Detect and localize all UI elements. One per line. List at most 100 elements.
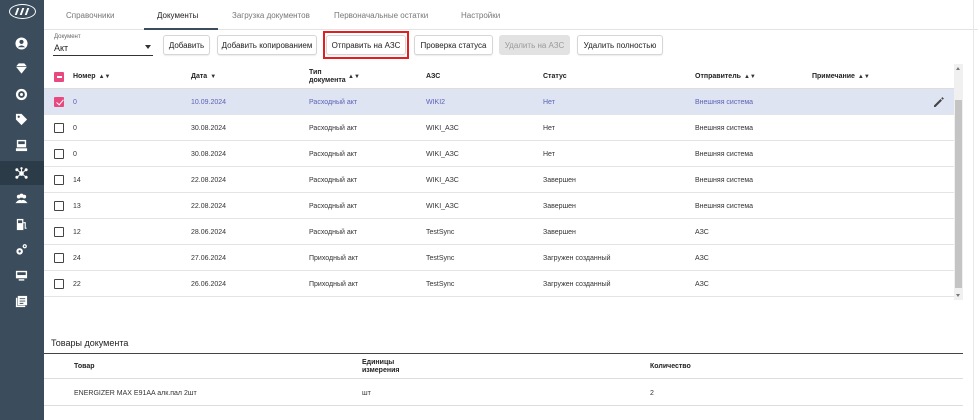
cell-number: 0	[73, 150, 77, 158]
row-checkbox[interactable]	[54, 97, 64, 107]
tag-icon[interactable]	[14, 112, 28, 126]
cell-date: 22.08.2024	[191, 176, 227, 184]
tab-directories[interactable]: Справочники	[66, 11, 114, 20]
cell-number: 0	[73, 98, 77, 106]
gauge-icon[interactable]	[14, 87, 28, 101]
cell-azs: TestSync	[426, 254, 455, 262]
network-icon[interactable]	[14, 166, 28, 180]
register-icon[interactable]	[14, 138, 28, 152]
document-type-select[interactable]: Документ Акт	[53, 34, 153, 56]
table-row[interactable]: 12 28.06.2024 Расходный акт TestSync Зав…	[44, 219, 963, 245]
cell-number: 24	[73, 254, 81, 262]
cell-date: 10.09.2024	[191, 98, 227, 106]
cell-date: 28.06.2024	[191, 228, 227, 236]
chevron-down-icon	[145, 45, 151, 49]
cell-sender: Внешняя система	[695, 124, 754, 132]
column-doc-type[interactable]: Тип документа ▲▼	[309, 64, 369, 89]
cell-date: 30.08.2024	[191, 150, 227, 158]
table-row[interactable]: 0 30.08.2024 Расходный акт WIKI_АЗС Нет …	[44, 141, 963, 167]
cell-sender: АЗС	[695, 228, 709, 236]
gears-icon[interactable]	[14, 242, 28, 256]
cell-doc-type: Расходный акт	[309, 228, 358, 236]
row-checkbox[interactable]	[54, 227, 64, 237]
cell-doc-type: Расходный акт	[309, 150, 358, 158]
diamond-icon[interactable]	[14, 61, 28, 75]
sort-icon: ▲▼	[348, 73, 360, 80]
tab-settings[interactable]: Настройки	[461, 11, 500, 20]
document-type-value: Акт	[54, 43, 69, 53]
add-button[interactable]: Добавить	[163, 35, 210, 55]
table-row[interactable]: 0 30.08.2024 Расходный акт WIKI_АЗС Нет …	[44, 115, 963, 141]
cell-azs: TestSync	[426, 280, 455, 288]
row-checkbox[interactable]	[54, 279, 64, 289]
highlight-frame	[323, 31, 409, 59]
column-note[interactable]: Примечание ▲▼	[812, 64, 870, 89]
cell-azs: WIKI_АЗС	[426, 202, 459, 210]
monitor-icon[interactable]	[14, 268, 28, 282]
row-checkbox[interactable]	[54, 253, 64, 263]
select-all-checkbox[interactable]	[54, 72, 64, 82]
add-copy-button[interactable]: Добавить копированием	[217, 35, 317, 55]
row-checkbox[interactable]	[54, 201, 64, 211]
edit-pencil-icon[interactable]	[933, 96, 945, 108]
sort-icon: ▲▼	[743, 73, 756, 80]
cell-sender: Внешняя система	[695, 150, 754, 158]
cell-sender: Внешняя система	[695, 98, 754, 106]
cell-sender: Внешняя система	[695, 202, 754, 210]
delete-fully-button[interactable]: Удалить полностью	[577, 35, 663, 55]
list-icon[interactable]	[14, 294, 28, 308]
tab-documents[interactable]: Документы	[157, 11, 198, 20]
cell-doc-type: Приходный акт	[309, 254, 359, 262]
cell-number: 0	[73, 124, 77, 132]
documents-table: Номер ▲▼ Дата ▼ Тип документа ▲▼ АЗС Статус…	[44, 64, 963, 300]
cell-azs: TestSync	[426, 228, 455, 236]
goods-table-header: Товар Единицы измерения Количество	[44, 353, 963, 379]
cell-product: ENERGIZER MAX E91AA алк.пал 2шт	[74, 389, 197, 397]
cell-number: 12	[73, 228, 81, 236]
cell-sender: АЗС	[695, 280, 709, 288]
column-number[interactable]: Номер ▲▼	[73, 64, 110, 89]
user-icon[interactable]	[14, 36, 28, 50]
scrollbar-thumb	[955, 100, 962, 288]
cell-azs: WIKI_АЗС	[426, 176, 459, 184]
cell-status: Нет	[543, 98, 555, 106]
table-row[interactable]: 24 27.06.2024 Приходный акт TestSync Заг…	[44, 245, 963, 271]
table-row[interactable]: 22 26.06.2024 Приходный акт TestSync Заг…	[44, 271, 963, 297]
scroll-up-icon	[956, 67, 960, 70]
fuel-icon[interactable]	[14, 217, 28, 231]
cell-number: 22	[73, 280, 81, 288]
sort-desc-icon: ▼	[210, 73, 217, 80]
sort-icon: ▲▼	[857, 73, 870, 80]
tab-bar: Справочники Документы Загрузка документо…	[44, 0, 978, 30]
tab-document-upload[interactable]: Загрузка документов	[232, 11, 310, 20]
row-checkbox[interactable]	[54, 149, 64, 159]
cell-date: 22.08.2024	[191, 202, 227, 210]
table-row[interactable]: 0 10.09.2024 Расходный акт WIKI2 Нет Вне…	[44, 89, 963, 115]
row-checkbox[interactable]	[54, 175, 64, 185]
cell-status: Загружен созданный	[543, 280, 611, 288]
delete-at-azs-button[interactable]: Удалить на АЗС	[499, 35, 570, 55]
table-row[interactable]: 13 22.08.2024 Расходный акт WIKI_АЗС Зав…	[44, 193, 963, 219]
cell-status: Завершен	[543, 176, 576, 184]
table-row[interactable]: 14 22.08.2024 Расходный акт WIKI_АЗС Зав…	[44, 167, 963, 193]
column-product: Товар	[74, 362, 95, 370]
cell-quantity: 2	[650, 389, 654, 397]
logo-icon[interactable]	[9, 4, 36, 19]
table-scrollbar[interactable]	[954, 64, 963, 300]
column-sender[interactable]: Отправитель ▲▼	[695, 64, 756, 89]
column-date[interactable]: Дата ▼	[191, 64, 216, 89]
scroll-down-icon	[956, 294, 960, 297]
users-icon[interactable]	[14, 191, 28, 205]
goods-row[interactable]: ENERGIZER MAX E91AA алк.пал 2шт шт 2	[44, 380, 963, 406]
cell-number: 13	[73, 202, 81, 210]
row-checkbox[interactable]	[54, 123, 64, 133]
cell-sender: Внешняя система	[695, 176, 754, 184]
check-status-button[interactable]: Проверка статуса	[414, 35, 493, 55]
cell-status: Завершен	[543, 202, 576, 210]
tab-initial-balances[interactable]: Первоначальные остатки	[334, 11, 428, 20]
column-unit: Единицы измерения	[362, 358, 400, 374]
cell-azs: WIKI2	[426, 98, 446, 106]
column-quantity: Количество	[650, 362, 691, 370]
cell-status: Нет	[543, 150, 555, 158]
divider	[973, 0, 974, 420]
